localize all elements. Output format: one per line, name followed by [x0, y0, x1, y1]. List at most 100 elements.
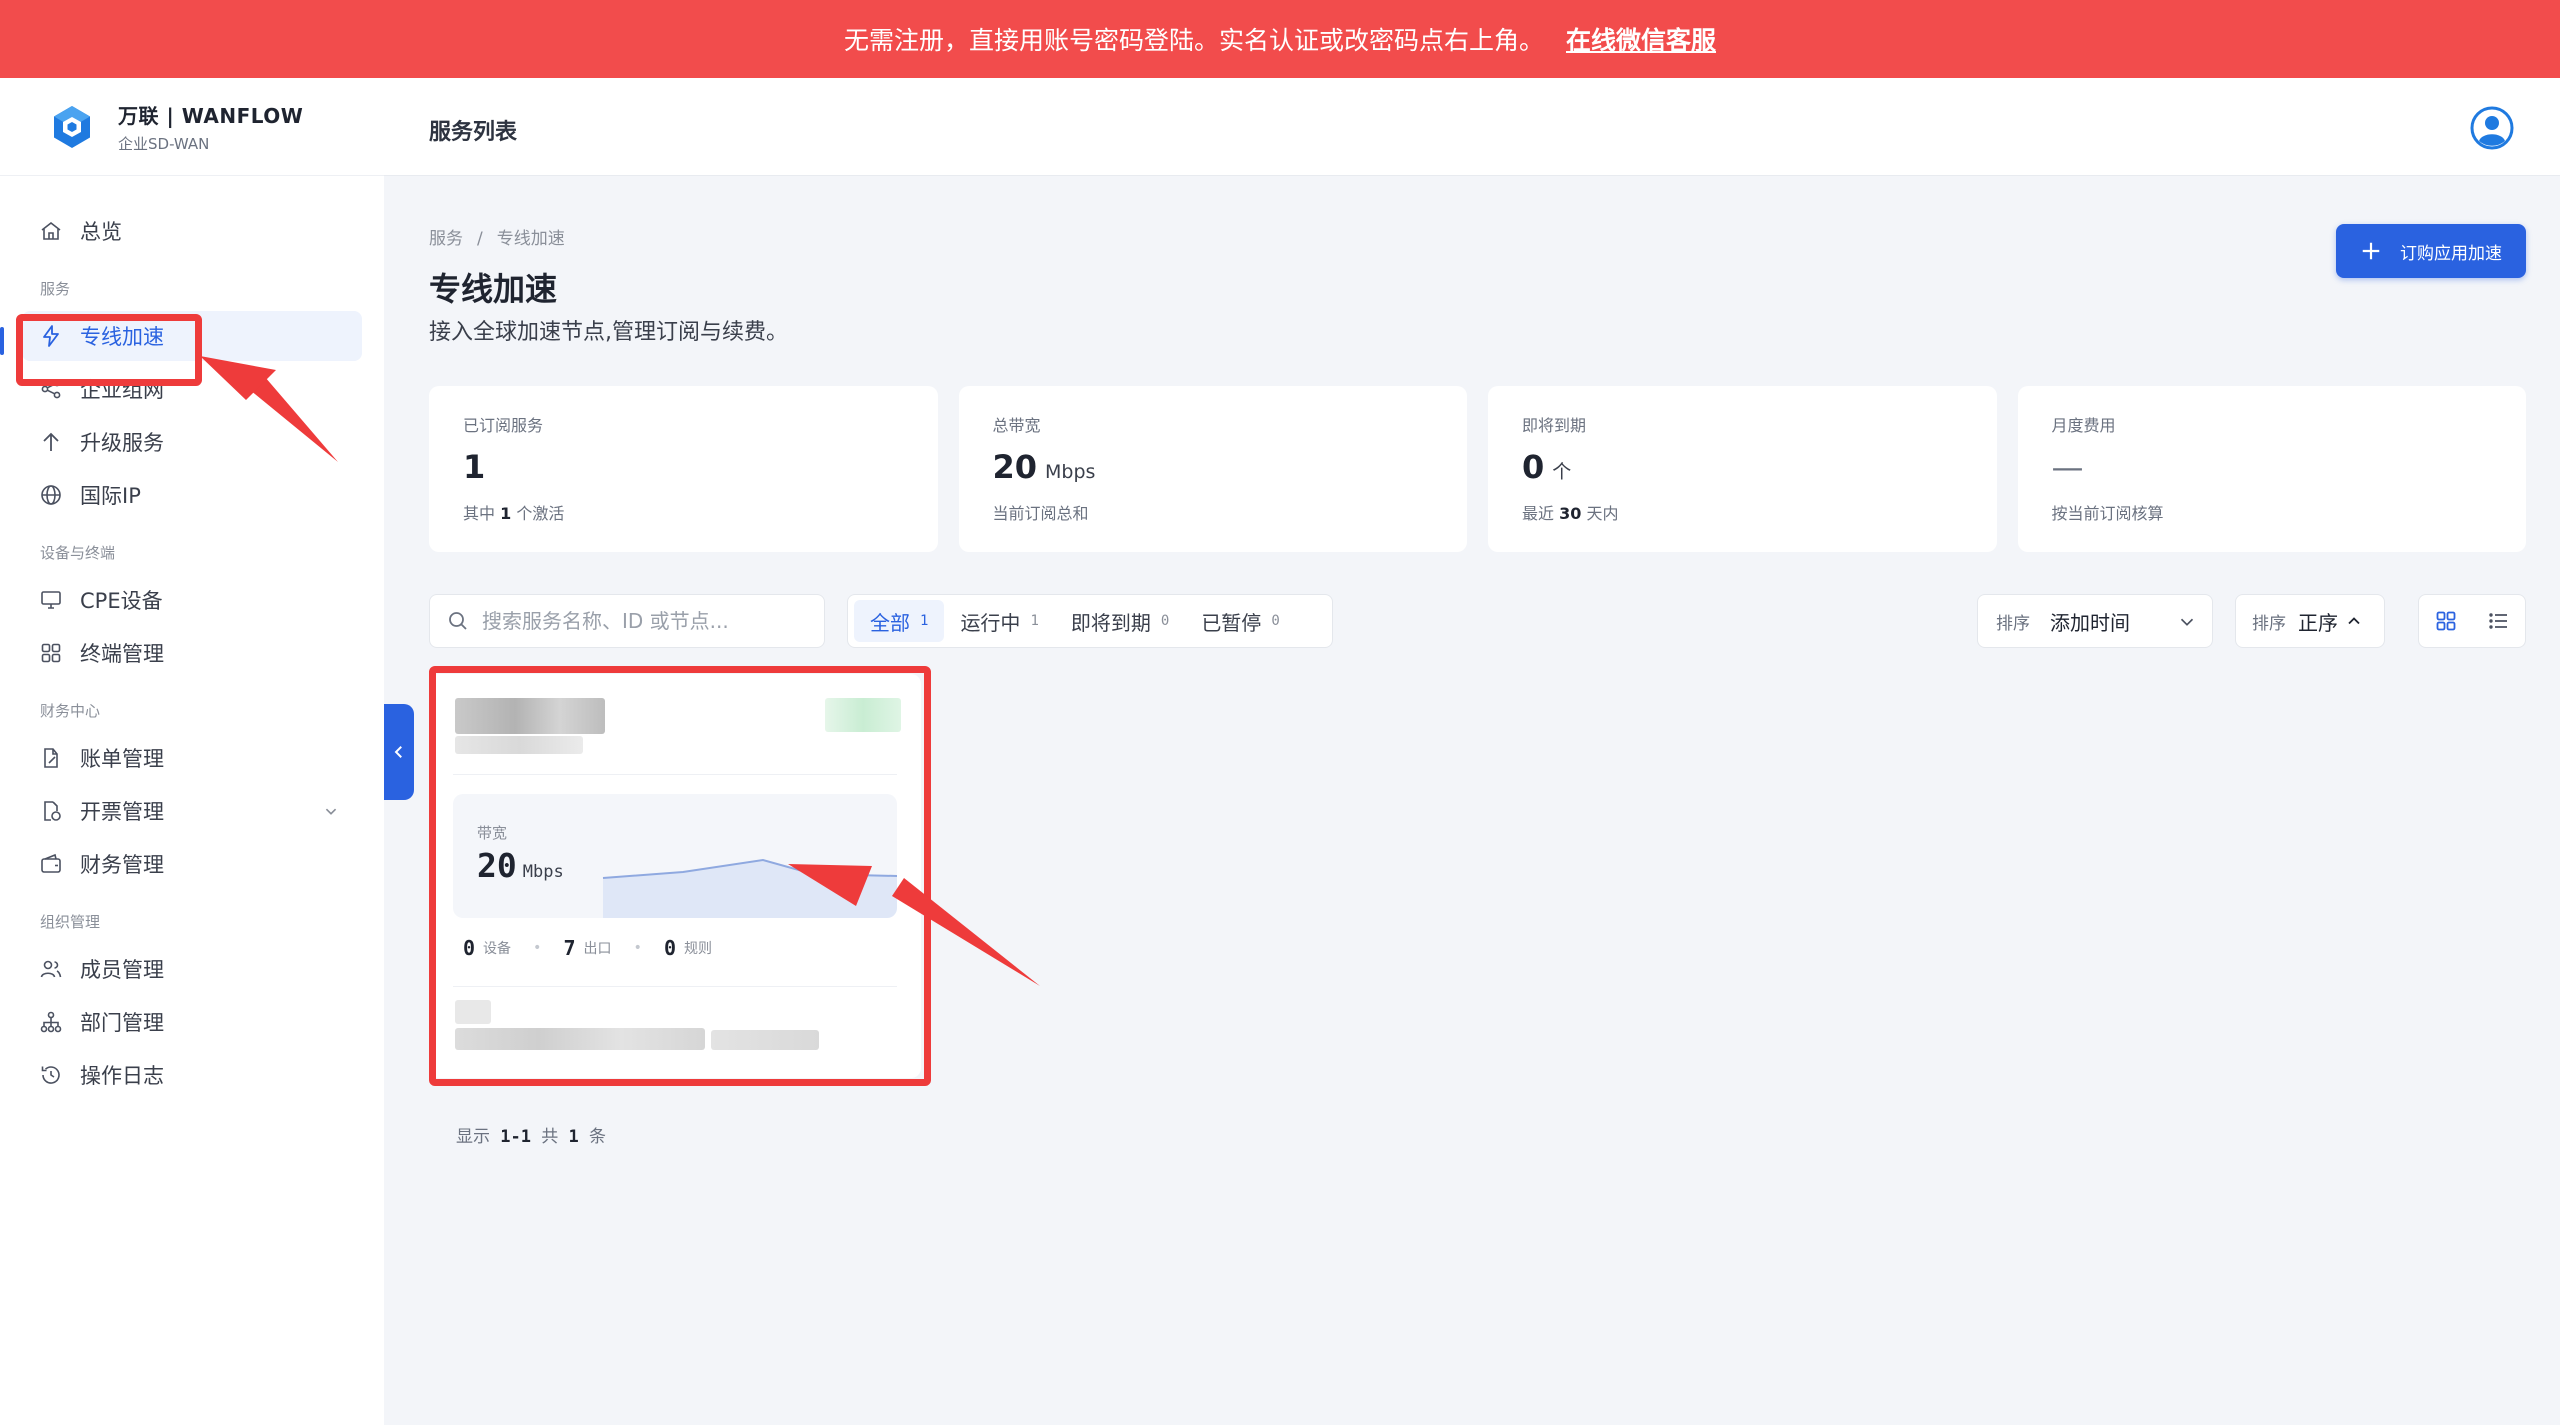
sidebar-item-label: 终端管理 [80, 642, 164, 666]
stat-value: 1 [463, 448, 486, 486]
sidebar-item-label: CPE设备 [80, 589, 163, 613]
sidebar-item-international-ip[interactable]: 国际IP [22, 470, 362, 520]
document-edit-icon [44, 748, 58, 768]
pagination-summary: 显示 1-1 共 1 条 [456, 1127, 606, 1147]
sidebar-item-enterprise-network[interactable]: 企业组网 [22, 364, 362, 414]
search-box[interactable] [429, 594, 825, 648]
sort-order-label: 排序 [2252, 613, 2286, 634]
sidebar-item-label: 开票管理 [80, 800, 164, 824]
home-icon [41, 221, 61, 240]
sidebar-item-label: 成员管理 [80, 958, 164, 982]
card-footer-redacted [455, 1028, 705, 1050]
service-id-redacted [455, 736, 583, 754]
sidebar-item-label: 财务管理 [80, 853, 164, 877]
status-filter-tabs: 全部 1 运行中 1 即将到期 0 已暂停 0 [847, 594, 1333, 648]
service-card[interactable]: 带宽 20 Mbps 0 设备 • 7 出口 • 0 规则 [429, 674, 921, 1078]
sidebar-item-bills[interactable]: 账单管理 [22, 733, 362, 783]
sort-field-select[interactable]: 排序 添加时间 [1977, 594, 2213, 648]
active-nav-indicator [0, 327, 4, 355]
chevron-down-icon [2180, 618, 2194, 626]
sidebar-item-finance[interactable]: 财务管理 [22, 839, 362, 889]
card-divider [453, 774, 897, 775]
org-chart-icon [40, 1011, 62, 1033]
sidebar-item-label: 操作日志 [80, 1064, 164, 1088]
stat-note: 当前订阅总和 [992, 504, 1089, 523]
plus-icon [2362, 242, 2380, 260]
breadcrumb-separator: / [477, 229, 483, 249]
device-label: 设备 [483, 941, 512, 957]
rule-count: 0 [663, 936, 677, 960]
sidebar-item-overview[interactable]: 总览 [22, 206, 362, 256]
card-divider [453, 986, 897, 987]
sidebar-item-terminal[interactable]: 终端管理 [22, 628, 362, 678]
brand[interactable]: 万联 | WANFLOW 企业SD-WAN [0, 78, 384, 176]
chevron-up-icon [2348, 617, 2360, 625]
stat-value: 0个 [1522, 448, 1572, 486]
sidebar-item-cpe-devices[interactable]: CPE设备 [22, 575, 362, 625]
section-label-org: 组织管理 [40, 913, 101, 931]
main-content: 服务 / 专线加速 专线加速 接入全球加速节点,管理订阅与续费。 订购应用加速 已订… [384, 176, 2560, 1425]
filter-tab-all[interactable]: 全部 1 [854, 600, 945, 642]
wallet-icon [41, 853, 61, 873]
sidebar-item-label: 总览 [80, 220, 122, 244]
card-footer-redacted [455, 1000, 491, 1024]
sidebar-nav: 总览 服务 专线加速 企业组网 升级服务 国际IP 设备与终端 CPE设备 终端… [0, 176, 384, 1100]
stat-card-bandwidth: 总带宽 20 Mbps 当前订阅总和 [958, 386, 1467, 552]
sidebar-item-members[interactable]: 成员管理 [22, 944, 362, 994]
banner-message: 无需注册，直接用账号密码登陆。实名认证或改密码点右上角。 [843, 26, 1544, 55]
view-toggle [2418, 594, 2526, 648]
list-toolbar: 全部1 运行中1 即将到期0 已暂停0 排序 添加时间 排序 正序 [429, 594, 2526, 648]
search-input[interactable] [482, 609, 812, 633]
user-avatar-icon[interactable] [2470, 106, 2514, 150]
sidebar-item-departments[interactable]: 部门管理 [22, 997, 362, 1047]
users-icon [40, 960, 62, 978]
stats-row: 已订阅服务 1 其中 1 个激活 总带宽 20 Mbps 当前订阅总和 即将到期 … [429, 386, 2526, 552]
sidebar-item-upgrade[interactable]: 升级服务 [22, 417, 362, 467]
brand-subtitle: 企业SD-WAN [118, 134, 210, 153]
wanflow-logo-icon [54, 105, 90, 148]
brand-name: 万联 | WANFLOW [118, 103, 304, 128]
order-acceleration-button[interactable]: 订购应用加速 [2336, 224, 2526, 278]
filter-tab-paused[interactable]: 已暂停 0 [1185, 600, 1295, 642]
stat-value: — [2051, 448, 2084, 486]
stat-label: 月度费用 [2051, 416, 2116, 435]
top-header: 服务列表 [384, 78, 2560, 176]
bandwidth-sparkline-panel: 带宽 20 Mbps [453, 794, 897, 918]
stat-card-monthly-fee: 月度费用 — 按当前订阅核算 [2017, 386, 2526, 552]
sidebar-item-dedicated-acceleration[interactable]: 专线加速 [22, 311, 362, 361]
sort-order-toggle[interactable]: 排序 正序 [2235, 594, 2385, 648]
share-nodes-icon [41, 379, 61, 399]
globe-icon [41, 485, 61, 505]
stat-label: 总带宽 [992, 416, 1041, 435]
stat-label: 即将到期 [1522, 416, 1587, 435]
sidebar-item-label: 部门管理 [80, 1011, 164, 1035]
grid-icon [41, 643, 61, 663]
page-description: 接入全球加速节点,管理订阅与续费。 [429, 320, 788, 345]
list-view-button[interactable] [2472, 595, 2525, 647]
sidebar-item-logs[interactable]: 操作日志 [22, 1050, 362, 1100]
sidebar-item-label: 企业组网 [80, 378, 164, 402]
section-label-finance: 财务中心 [40, 702, 101, 720]
breadcrumb-root[interactable]: 服务 [429, 229, 463, 249]
wechat-support-link[interactable]: 在线微信客服 [1566, 21, 1716, 57]
sidebar-item-label: 升级服务 [80, 431, 164, 455]
meta-separator: • [633, 940, 642, 956]
breadcrumb: 服务 / 专线加速 [429, 224, 565, 249]
sidebar-item-invoice[interactable]: 开票管理 [22, 786, 362, 836]
header-title: 服务列表 [429, 120, 518, 145]
status-badge [825, 698, 901, 732]
bandwidth-value: 20 Mbps [477, 846, 564, 885]
chevron-down-icon[interactable] [320, 800, 342, 822]
filter-tab-expiring[interactable]: 即将到期 0 [1055, 600, 1185, 642]
stat-note: 最近 30 天内 [1522, 504, 1619, 523]
top-banner: 无需注册，直接用账号密码登陆。实名认证或改密码点右上角。 在线微信客服 [0, 0, 2560, 78]
list-view-icon [2488, 613, 2507, 629]
invoice-icon [44, 801, 61, 821]
search-icon [449, 612, 467, 630]
section-label-device: 设备与终端 [40, 544, 116, 562]
card-meta-row: 0 设备 • 7 出口 • 0 规则 [463, 936, 712, 960]
stat-label: 已订阅服务 [463, 416, 544, 435]
filter-tab-running[interactable]: 运行中 1 [944, 600, 1054, 642]
grid-view-button[interactable] [2419, 595, 2472, 647]
page-title: 专线加速 [429, 270, 558, 308]
